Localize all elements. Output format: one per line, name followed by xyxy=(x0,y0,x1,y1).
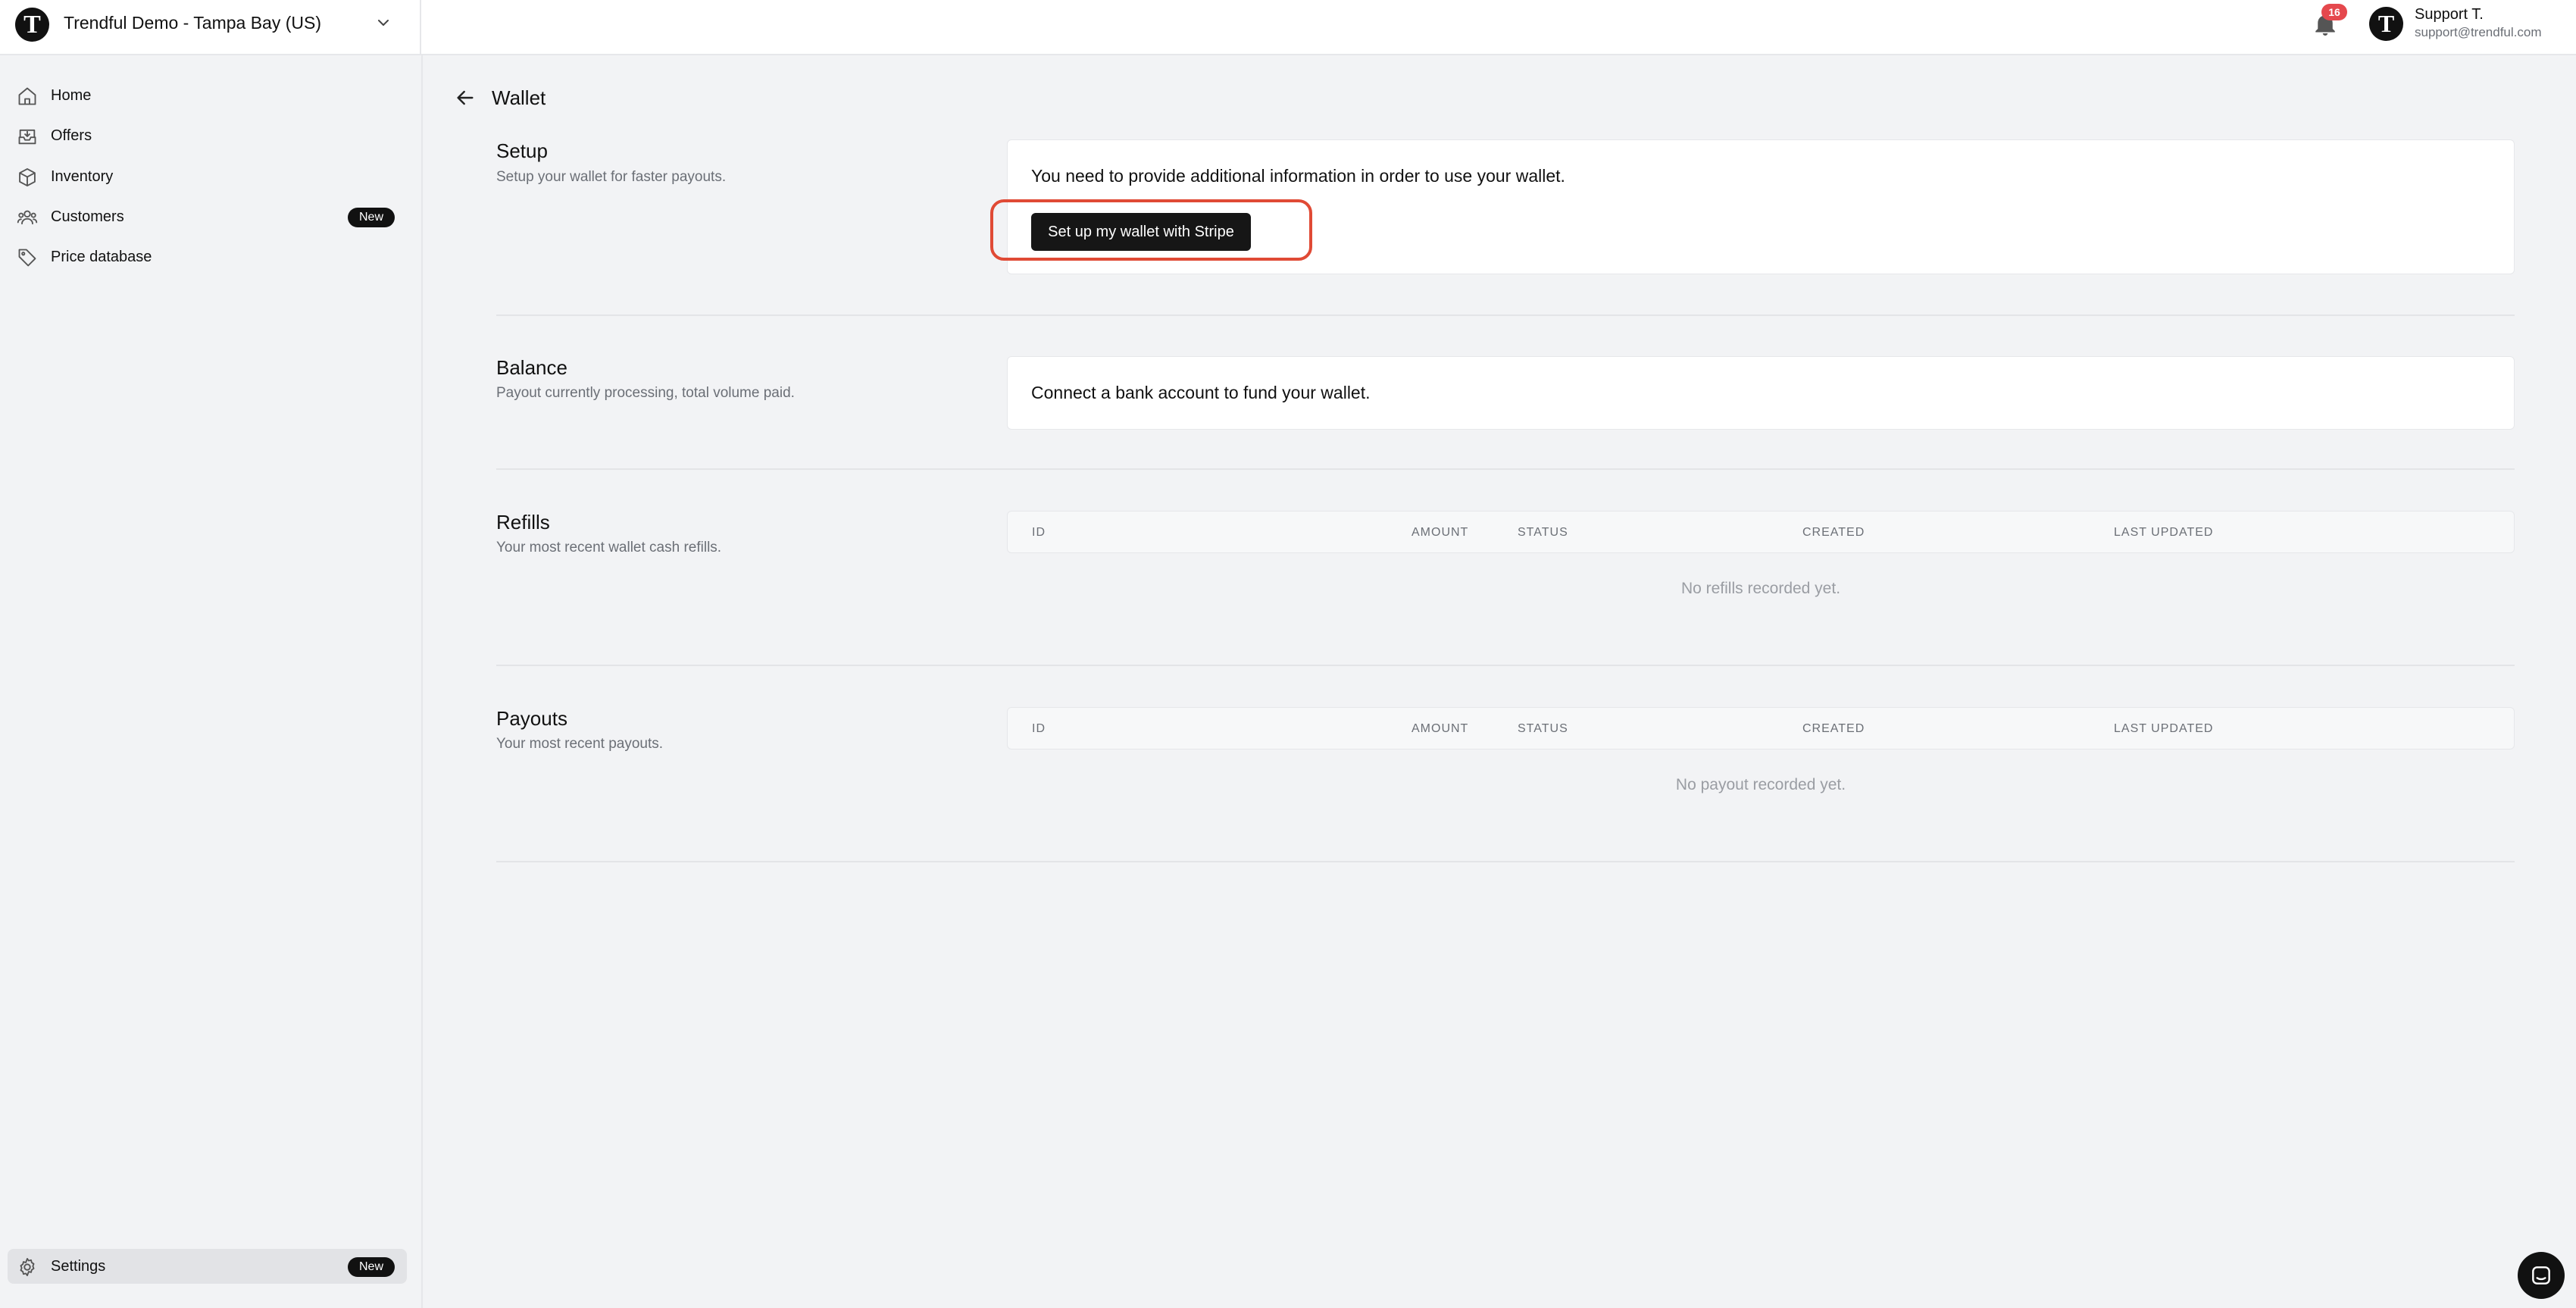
section-divider xyxy=(496,665,2515,666)
sidebar-item-home[interactable]: Home xyxy=(8,78,407,113)
payouts-section-description: Your most recent payouts. xyxy=(496,736,664,752)
avatar[interactable]: T xyxy=(2369,7,2403,41)
balance-section-title: Balance xyxy=(496,356,567,379)
column-header-amount: AMOUNT xyxy=(1411,722,1469,735)
new-badge: New xyxy=(347,208,395,227)
users-icon xyxy=(17,210,38,225)
column-header-status: STATUS xyxy=(1518,722,1568,735)
refills-table: ID AMOUNT STATUS CREATED LAST UPDATED No… xyxy=(1007,511,2515,597)
sidebar-item-settings[interactable]: Settings New xyxy=(8,1249,407,1284)
store-name: Trendful Demo - Tampa Bay (US) xyxy=(64,13,322,33)
balance-card: Connect a bank account to fund your wall… xyxy=(1007,356,2515,430)
sidebar-item-label: Home xyxy=(51,87,92,104)
column-header-created: CREATED xyxy=(1802,722,1865,735)
trendful-logo: T xyxy=(15,8,49,42)
user-name: Support T. xyxy=(2415,6,2484,23)
column-header-amount: AMOUNT xyxy=(1411,526,1469,539)
sidebar-item-label: Inventory xyxy=(51,168,114,185)
sidebar-item-offers[interactable]: Offers xyxy=(8,118,407,153)
refills-section-title: Refills xyxy=(496,511,550,534)
sidebar-item-customers[interactable]: Customers New xyxy=(8,199,407,234)
sidebar: Home Offers Inventory Customers New Pric… xyxy=(0,55,423,1308)
column-header-last-updated: LAST UPDATED xyxy=(2114,722,2214,735)
back-arrow-icon[interactable] xyxy=(453,86,477,110)
table-header: ID AMOUNT STATUS CREATED LAST UPDATED xyxy=(1007,511,2515,553)
refills-empty-message: No refills recorded yet. xyxy=(1680,580,1841,597)
setup-wallet-stripe-button[interactable]: Set up my wallet with Stripe xyxy=(1031,213,1251,251)
setup-message: You need to provide additional informati… xyxy=(1031,166,1565,186)
section-divider xyxy=(496,314,2515,316)
payouts-section-title: Payouts xyxy=(496,707,567,730)
column-header-last-updated: LAST UPDATED xyxy=(2114,526,2214,539)
setup-card: You need to provide additional informati… xyxy=(1007,139,2515,274)
sidebar-item-label: Customers xyxy=(51,208,124,225)
balance-section-description: Payout currently processing, total volum… xyxy=(496,385,795,401)
table-header: ID AMOUNT STATUS CREATED LAST UPDATED xyxy=(1007,707,2515,749)
sidebar-item-label: Price database xyxy=(51,249,152,265)
refills-section-description: Your most recent wallet cash refills. xyxy=(496,540,722,555)
tag-icon xyxy=(18,249,36,267)
user-email: support@trendful.com xyxy=(2415,25,2542,39)
new-badge: New xyxy=(347,1257,395,1277)
section-divider xyxy=(496,468,2515,470)
notification-count-badge: 16 xyxy=(2321,4,2347,20)
column-header-created: CREATED xyxy=(1802,526,1865,539)
setup-section-title: Setup xyxy=(496,139,548,162)
column-header-status: STATUS xyxy=(1518,526,1568,539)
column-header-id: ID xyxy=(1032,526,1046,539)
sidebar-item-inventory[interactable]: Inventory xyxy=(8,159,407,194)
inbox-icon xyxy=(18,129,36,145)
section-divider xyxy=(496,861,2515,862)
column-header-id: ID xyxy=(1032,722,1046,735)
sidebar-item-price-database[interactable]: Price database xyxy=(8,239,407,274)
home-icon xyxy=(18,87,36,105)
store-switcher[interactable]: T Trendful Demo - Tampa Bay (US) xyxy=(0,0,421,54)
sidebar-item-label: Settings xyxy=(51,1258,106,1275)
payouts-empty-message: No payout recorded yet. xyxy=(1675,776,1846,793)
payouts-table: ID AMOUNT STATUS CREATED LAST UPDATED No… xyxy=(1007,707,2515,793)
box-icon xyxy=(19,167,36,187)
sidebar-item-label: Offers xyxy=(51,127,92,144)
gear-icon xyxy=(20,1257,35,1277)
page-title: Wallet xyxy=(492,86,546,109)
chat-launcher-button[interactable] xyxy=(2518,1252,2565,1299)
top-bar: T Trendful Demo - Tampa Bay (US) 16 T Su… xyxy=(0,0,2576,55)
setup-section-description: Setup your wallet for faster payouts. xyxy=(496,169,727,185)
chevron-down-icon[interactable] xyxy=(374,14,392,32)
chat-icon xyxy=(2532,1266,2550,1285)
balance-message: Connect a bank account to fund your wall… xyxy=(1031,383,1371,402)
